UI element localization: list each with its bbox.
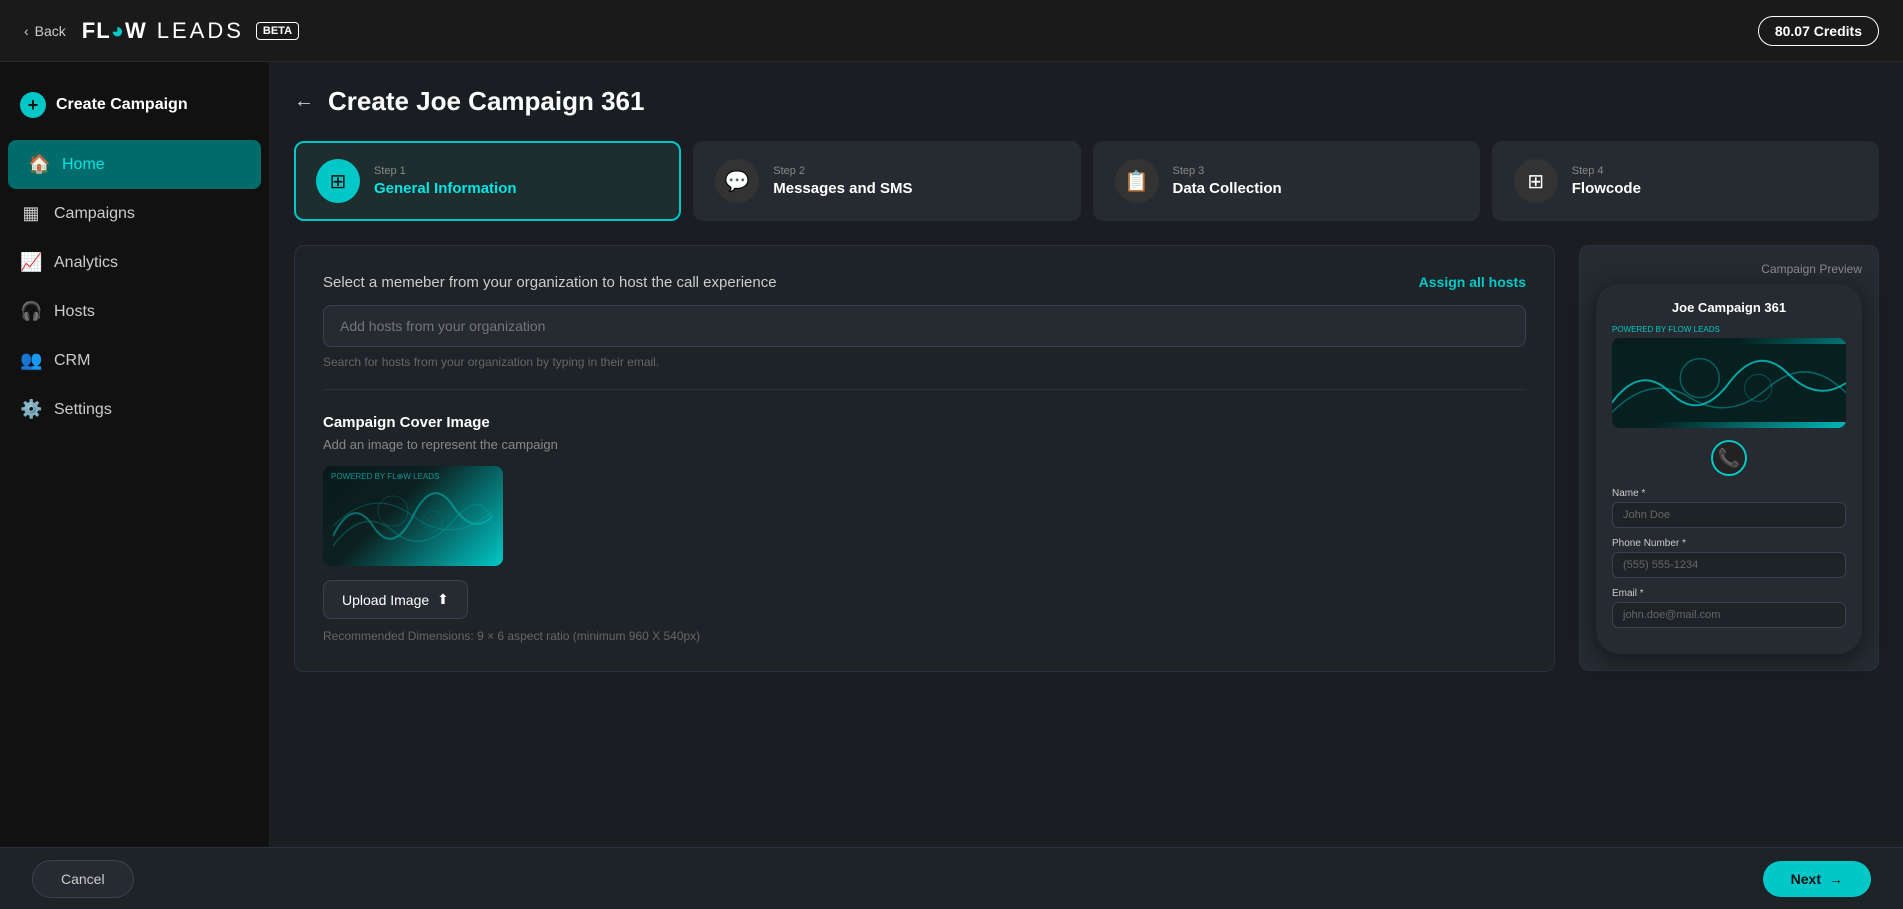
bottom-bar: Cancel Next →: [0, 847, 1903, 909]
next-label: Next: [1791, 871, 1821, 887]
campaigns-icon: ▦: [20, 203, 42, 224]
preview-phone-input: (555) 555-1234: [1612, 552, 1846, 578]
logo: FL◕W LEADS BETA: [82, 18, 299, 44]
step-card-4[interactable]: ⊞ Step 4 Flowcode: [1492, 141, 1879, 221]
main-content: ← Create Joe Campaign 361 ⊞ Step 1 Gener…: [270, 62, 1903, 847]
back-button[interactable]: ‹ Back: [24, 23, 66, 39]
steps-row: ⊞ Step 1 General Information 💬 Step 2 Me…: [294, 141, 1879, 221]
preview-name-input: John Doe: [1612, 502, 1846, 528]
sidebar-item-analytics[interactable]: 📈 Analytics: [0, 238, 269, 287]
cover-image-preview: POWERED BY FL⊕W LEADS: [323, 466, 503, 566]
sidebar-item-campaigns[interactable]: ▦ Campaigns: [0, 189, 269, 238]
form-section: Select a memeber from your organization …: [294, 245, 1555, 672]
step3-label: Step 3: [1173, 165, 1282, 177]
next-button[interactable]: Next →: [1763, 861, 1871, 897]
main-layout: + Create Campaign 🏠 Home ▦ Campaigns 📈 A…: [0, 62, 1903, 847]
sidebar-item-crm-label: CRM: [54, 352, 90, 370]
section-divider: [323, 389, 1526, 390]
sidebar-item-hosts-label: Hosts: [54, 303, 95, 321]
upload-image-button[interactable]: Upload Image ⬆: [323, 580, 468, 619]
step3-icon: 📋: [1115, 159, 1159, 203]
create-campaign-button[interactable]: + Create Campaign: [0, 78, 269, 132]
top-header: ‹ Back FL◕W LEADS BETA 80.07 Credits: [0, 0, 1903, 62]
step2-title: Messages and SMS: [773, 180, 912, 197]
preview-email-input: john.doe@mail.com: [1612, 602, 1846, 628]
cover-image-bg: POWERED BY FL⊕W LEADS: [323, 466, 503, 566]
sidebar-item-settings-label: Settings: [54, 401, 112, 419]
create-campaign-label: Create Campaign: [56, 96, 188, 114]
host-search-input[interactable]: [323, 305, 1526, 347]
preview-panel: Campaign Preview Joe Campaign 361 POWERE…: [1579, 245, 1879, 672]
plus-icon: +: [20, 92, 46, 118]
logo-flow: FL◕W: [82, 18, 147, 44]
preview-phone-frame: Campaign Preview Joe Campaign 361 POWERE…: [1579, 245, 1879, 671]
cover-wave-svg: [333, 476, 493, 556]
preview-phone-call-icon: 📞: [1711, 440, 1747, 476]
cover-image-desc: Add an image to represent the campaign: [323, 437, 1526, 452]
step4-info: Step 4 Flowcode: [1572, 165, 1641, 197]
step2-icon: 💬: [715, 159, 759, 203]
preview-campaign-name: Joe Campaign 361: [1612, 300, 1846, 315]
host-hint: Search for hosts from your organization …: [323, 355, 1526, 369]
sidebar-item-home[interactable]: 🏠 Home: [8, 140, 261, 189]
preview-field-name: Name * John Doe: [1612, 488, 1846, 528]
sidebar-nav: 🏠 Home ▦ Campaigns 📈 Analytics 🎧 Hosts 👥…: [0, 140, 269, 434]
step1-info: Step 1 General Information: [374, 165, 517, 197]
step-card-1[interactable]: ⊞ Step 1 General Information: [294, 141, 681, 221]
step4-title: Flowcode: [1572, 180, 1641, 197]
step4-icon: ⊞: [1514, 159, 1558, 203]
step4-label: Step 4: [1572, 165, 1641, 177]
step1-icon: ⊞: [316, 159, 360, 203]
chevron-left-icon: ‹: [24, 23, 29, 39]
upload-image-label: Upload Image: [342, 592, 429, 608]
page-title: Create Joe Campaign 361: [328, 86, 644, 117]
sidebar-item-crm[interactable]: 👥 CRM: [0, 336, 269, 385]
preview-cover-svg: [1612, 343, 1846, 423]
upload-icon: ⬆: [437, 591, 449, 608]
logo-leads: LEADS: [157, 18, 244, 44]
preview-powered-by: POWERED BY FLOW LEADS: [1612, 325, 1846, 334]
sidebar-item-hosts[interactable]: 🎧 Hosts: [0, 287, 269, 336]
next-arrow-icon: →: [1829, 871, 1843, 887]
cancel-button[interactable]: Cancel: [32, 860, 134, 898]
home-icon: 🏠: [28, 154, 50, 175]
crm-icon: 👥: [20, 350, 42, 371]
preview-cover-image: [1612, 338, 1846, 428]
credits-badge: 80.07 Credits: [1758, 16, 1879, 46]
sidebar-item-settings[interactable]: ⚙️ Settings: [0, 385, 269, 434]
preview-email-label: Email *: [1612, 588, 1846, 599]
step2-label: Step 2: [773, 165, 912, 177]
step-card-3[interactable]: 📋 Step 3 Data Collection: [1093, 141, 1480, 221]
logo-beta: BETA: [256, 22, 299, 40]
cover-image-title: Campaign Cover Image: [323, 414, 1526, 431]
preview-phone-label: Phone Number *: [1612, 538, 1846, 549]
sidebar-item-analytics-label: Analytics: [54, 254, 118, 272]
sidebar: + Create Campaign 🏠 Home ▦ Campaigns 📈 A…: [0, 62, 270, 847]
sidebar-item-campaigns-label: Campaigns: [54, 205, 135, 223]
sidebar-item-home-label: Home: [62, 156, 105, 174]
preview-phone: Joe Campaign 361 POWERED BY FLOW LEADS: [1596, 284, 1862, 654]
step2-info: Step 2 Messages and SMS: [773, 165, 912, 197]
assign-all-hosts-button[interactable]: Assign all hosts: [1419, 274, 1526, 290]
back-arrow-button[interactable]: ←: [294, 90, 314, 113]
hosts-icon: 🎧: [20, 301, 42, 322]
back-label: Back: [35, 23, 66, 39]
step1-label: Step 1: [374, 165, 517, 177]
page-title-row: ← Create Joe Campaign 361: [294, 86, 1879, 117]
step1-title: General Information: [374, 180, 517, 197]
preview-label: Campaign Preview: [1596, 262, 1862, 276]
header-left: ‹ Back FL◕W LEADS BETA: [24, 18, 299, 44]
preview-field-phone: Phone Number * (555) 555-1234: [1612, 538, 1846, 578]
analytics-icon: 📈: [20, 252, 42, 273]
host-section-desc: Select a memeber from your organization …: [323, 274, 777, 291]
step3-title: Data Collection: [1173, 180, 1282, 197]
preview-name-label: Name *: [1612, 488, 1846, 499]
step3-info: Step 3 Data Collection: [1173, 165, 1282, 197]
step-card-2[interactable]: 💬 Step 2 Messages and SMS: [693, 141, 1080, 221]
settings-icon: ⚙️: [20, 399, 42, 420]
recommended-dimensions: Recommended Dimensions: 9 × 6 aspect rat…: [323, 629, 1526, 643]
host-section-title-row: Select a memeber from your organization …: [323, 274, 1526, 291]
preview-field-email: Email * john.doe@mail.com: [1612, 588, 1846, 628]
form-preview-row: Select a memeber from your organization …: [294, 245, 1879, 672]
